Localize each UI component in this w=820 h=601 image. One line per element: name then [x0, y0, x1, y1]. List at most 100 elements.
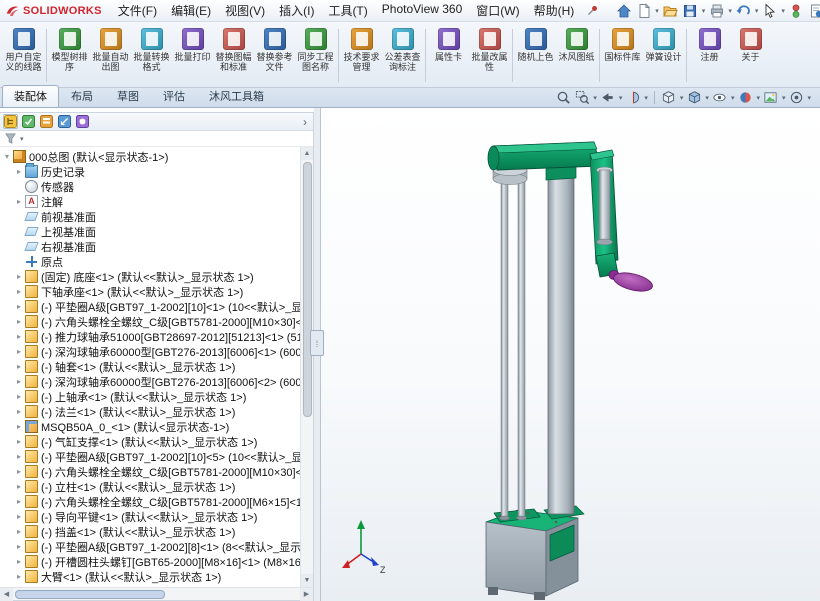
tree-item[interactable]: 上视基准面 — [0, 224, 300, 239]
menu-item[interactable]: 视图(V) — [218, 0, 272, 21]
ribbon-button-replace-sheet-standard[interactable]: 替换图幅和标准 — [213, 25, 254, 86]
tree-item[interactable]: ▸ (-) 六角头螺栓全螺纹_C级[GBT5781-2000][M10×30]<1… — [0, 314, 300, 329]
ribbon-button-property-card[interactable]: 属性卡 — [428, 25, 469, 86]
expand-arrow-icon[interactable]: ▸ — [14, 464, 24, 479]
display-style-icon[interactable] — [685, 89, 703, 106]
tree-item[interactable]: 原点 — [0, 254, 300, 269]
tree-filter[interactable]: ▾ — [0, 131, 313, 147]
tree-item[interactable]: ▸ 历史记录 — [0, 163, 300, 179]
dropdown-caret-icon[interactable]: ▾ — [730, 94, 736, 102]
dimxpertmanager-tab[interactable] — [57, 114, 72, 129]
ribbon-button-tech-requirements[interactable]: 技术要求管理 — [341, 25, 382, 86]
horizontal-scroll-thumb[interactable] — [15, 589, 165, 599]
section-view-icon[interactable] — [624, 89, 642, 106]
tab-草图[interactable]: 草图 — [105, 85, 151, 107]
tab-布局[interactable]: 布局 — [59, 85, 105, 107]
ribbon-button-sync-drawing-name[interactable]: 同步工程图名称 — [295, 25, 336, 86]
tree-item[interactable]: ▸ 下轴承座<1> (默认<<默认>_显示状态 1>) — [0, 284, 300, 299]
expand-arrow-icon[interactable]: ▸ — [14, 164, 24, 179]
ribbon-button-about[interactable]: 关于 — [730, 25, 771, 86]
pin-menu-icon[interactable] — [586, 2, 599, 20]
expand-arrow-icon[interactable]: ▸ — [14, 194, 24, 209]
tree-item[interactable]: ▸ (-) 平垫圈A级[GBT97_1-2002][8]<1> (8<<默认>_显… — [0, 539, 300, 554]
dropdown-caret-icon[interactable]: ▾ — [592, 94, 598, 102]
expand-arrow-icon[interactable]: ▸ — [14, 494, 24, 509]
expand-arrow-icon[interactable]: ▸ — [14, 404, 24, 419]
dropdown-caret-icon[interactable]: ▾ — [806, 94, 812, 102]
select-icon[interactable] — [760, 1, 779, 20]
dropdown-caret-icon[interactable]: ▾ — [781, 94, 787, 102]
view-orientation-icon[interactable] — [660, 89, 678, 106]
ribbon-button-register[interactable]: 注册 — [689, 25, 730, 86]
apply-scene-icon[interactable] — [762, 89, 780, 106]
dropdown-caret-icon[interactable]: ▾ — [654, 7, 660, 15]
expand-arrow-icon[interactable]: ▸ — [14, 269, 24, 284]
tree-item[interactable]: ▸ (-) 深沟球轴承60000型[GBT276-2013][6006]<2> (… — [0, 374, 300, 389]
collapse-arrow-icon[interactable]: ▾ — [2, 149, 12, 164]
tree-item[interactable]: ▸ (-) 深沟球轴承60000型[GBT276-2013][6006]<1> (… — [0, 344, 300, 359]
tree-item[interactable]: ▸ (-) 气缸支撑<1> (默认<<默认>_显示状态 1>) — [0, 434, 300, 449]
dropdown-caret-icon[interactable]: ▾ — [704, 94, 710, 102]
dropdown-caret-icon[interactable]: ▾ — [727, 7, 733, 15]
tree-item[interactable]: ▾ 000总图 (默认<显示状态-1>) — [0, 149, 300, 164]
tree-item[interactable]: ▸ (-) 上轴承<1> (默认<<默认>_显示状态 1>) — [0, 389, 300, 404]
tree-item[interactable]: ▸ (-) 开槽圆柱头螺钉[GBT65-2000][M8×16]<1> (M8×1… — [0, 554, 300, 569]
tree-vertical-scrollbar[interactable]: ▲ ▼ — [300, 147, 313, 587]
tree-item[interactable]: ▸ (-) 平垫圈A级[GBT97_1-2002][10]<5> (10<<默认>… — [0, 449, 300, 464]
tab-评估[interactable]: 评估 — [151, 85, 197, 107]
tree-item[interactable]: ▸ (-) 六角头螺栓全螺纹_C级[GBT5781-2000][M10×30]<5… — [0, 464, 300, 479]
scroll-up-icon[interactable]: ▲ — [301, 147, 313, 160]
expand-arrow-icon[interactable]: ▸ — [14, 284, 24, 299]
expand-arrow-icon[interactable]: ▸ — [14, 539, 24, 554]
ribbon-button-random-color[interactable]: 随机上色 — [515, 25, 556, 86]
expand-arrow-icon[interactable]: ▸ — [14, 359, 24, 374]
displaymanager-tab[interactable] — [75, 114, 90, 129]
menu-item[interactable]: 编辑(E) — [164, 0, 218, 21]
ribbon-button-replace-reference-file[interactable]: 替换参考文件 — [254, 25, 295, 86]
expand-arrow-icon[interactable]: ▸ — [14, 389, 24, 404]
expand-arrow-icon[interactable]: ▸ — [14, 434, 24, 449]
ribbon-button-batch-auto-drawing[interactable]: 批量自动出图 — [90, 25, 131, 86]
tree-item[interactable]: 右视基准面 — [0, 239, 300, 254]
expand-arrow-icon[interactable]: ▸ — [14, 299, 24, 314]
filter-dropdown-caret-icon[interactable]: ▾ — [19, 135, 25, 143]
print-icon[interactable] — [707, 1, 726, 20]
rebuild-icon[interactable] — [787, 1, 806, 20]
assembly-model-3d[interactable] — [485, 141, 654, 600]
edit-appearance-icon[interactable] — [736, 89, 754, 106]
scroll-down-icon[interactable]: ▼ — [301, 574, 313, 587]
configurationmanager-tab[interactable] — [39, 114, 54, 129]
tree-item[interactable]: ▸ (-) 法兰<1> (默认<<默认>_显示状态 1>) — [0, 404, 300, 419]
menu-item[interactable]: PhotoView 360 — [375, 0, 470, 21]
panel-expand-icon[interactable]: › — [300, 115, 310, 129]
tree-item[interactable]: ▸ (-) 推力球轴承51000[GBT28697-2012][51213]<1>… — [0, 329, 300, 344]
scroll-left-icon[interactable]: ◀ — [0, 587, 13, 601]
menu-item[interactable]: 帮助(H) — [527, 0, 582, 21]
scroll-right-icon[interactable]: ▶ — [300, 587, 313, 601]
tree-item[interactable]: ▸ (-) 六角头螺栓全螺纹_C级[GBT5781-2000][M6×15]<1>… — [0, 494, 300, 509]
vertical-scroll-thumb[interactable] — [302, 162, 312, 418]
menu-item[interactable]: 窗口(W) — [469, 0, 526, 21]
dropdown-caret-icon[interactable]: ▾ — [679, 94, 685, 102]
expand-arrow-icon[interactable]: ▸ — [14, 374, 24, 389]
expand-arrow-icon[interactable]: ▸ — [14, 314, 24, 329]
home-icon[interactable] — [614, 1, 633, 20]
ribbon-button-batch-edit-properties[interactable]: 批量改属性 — [469, 25, 510, 86]
previous-view-icon[interactable] — [599, 89, 617, 106]
ribbon-button-batch-print[interactable]: 批量打印 — [172, 25, 213, 86]
filter-funnel-icon[interactable] — [4, 132, 17, 145]
ribbon-button-mufeng-drawing[interactable]: 沐风图纸 — [556, 25, 597, 86]
expand-arrow-icon[interactable]: ▸ — [14, 449, 24, 464]
dropdown-caret-icon[interactable]: ▾ — [755, 94, 761, 102]
expand-arrow-icon[interactable]: ▸ — [14, 329, 24, 344]
ribbon-button-model-tree-sort[interactable]: 模型树排序 — [49, 25, 90, 86]
ribbon-button-custom-routing[interactable]: 用户自定义的线路 — [3, 25, 44, 86]
tree-item[interactable]: ▸ 注解 — [0, 194, 300, 209]
tree-horizontal-scrollbar[interactable]: ◀ ▶ — [0, 587, 313, 601]
tree-item[interactable]: ▸ (-) 平垫圈A级[GBT97_1-2002][10]<1> (10<<默认>… — [0, 299, 300, 314]
tree-item[interactable]: 传感器 — [0, 179, 300, 194]
tab-沐风工具箱[interactable]: 沐风工具箱 — [197, 85, 276, 107]
splitter-handle[interactable] — [310, 330, 324, 356]
new-document-icon[interactable] — [634, 1, 653, 20]
dropdown-caret-icon[interactable]: ▾ — [643, 94, 649, 102]
